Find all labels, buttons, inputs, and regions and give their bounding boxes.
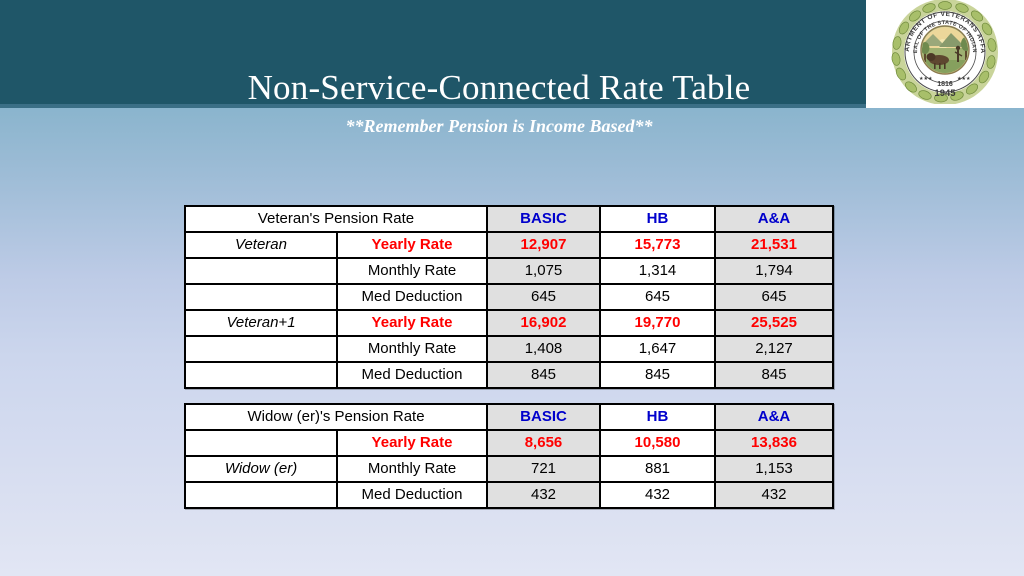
group-label (184, 481, 338, 509)
group-label (184, 257, 338, 285)
column-header-aa: A&A (714, 403, 834, 431)
cell-basic: 12,907 (486, 231, 601, 259)
cell-aa: 25,525 (714, 309, 834, 337)
cell-basic: 721 (486, 455, 601, 483)
cell-hb: 10,580 (599, 429, 716, 457)
cell-hb: 15,773 (599, 231, 716, 259)
row-label: Med Deduction (336, 481, 488, 509)
column-header-hb: HB (599, 403, 716, 431)
row-label: Med Deduction (336, 283, 488, 311)
cell-hb: 881 (599, 455, 716, 483)
cell-aa: 13,836 (714, 429, 834, 457)
cell-hb: 432 (599, 481, 716, 509)
page-subtitle: **Remember Pension is Income Based** (345, 116, 653, 136)
table-row: Med Deduction 645 645 645 (184, 283, 834, 311)
group-label (184, 361, 338, 389)
table-row: Monthly Rate 1,075 1,314 1,794 (184, 257, 834, 285)
row-label: Yearly Rate (336, 231, 488, 259)
table-row: Veteran Yearly Rate 12,907 15,773 21,531 (184, 231, 834, 259)
cell-basic: 8,656 (486, 429, 601, 457)
page-title: Non-Service-Connected Rate Table (247, 68, 751, 107)
table-row: Med Deduction 845 845 845 (184, 361, 834, 389)
table-row: Widow (er) Monthly Rate 721 881 1,153 (184, 455, 834, 483)
cell-basic: 1,408 (486, 335, 601, 363)
table-header-row: Veteran's Pension Rate BASIC HB A&A (184, 205, 834, 233)
table-row: Yearly Rate 8,656 10,580 13,836 (184, 429, 834, 457)
widow-pension-rate-table: Widow (er)'s Pension Rate BASIC HB A&A Y… (184, 403, 834, 509)
veteran-pension-rate-table: Veteran's Pension Rate BASIC HB A&A Vete… (184, 205, 834, 389)
cell-aa: 845 (714, 361, 834, 389)
cell-aa: 1,153 (714, 455, 834, 483)
row-label: Monthly Rate (336, 257, 488, 285)
cell-hb: 19,770 (599, 309, 716, 337)
row-label: Med Deduction (336, 361, 488, 389)
group-label (184, 429, 338, 457)
table-header-row: Widow (er)'s Pension Rate BASIC HB A&A (184, 403, 834, 431)
column-header-aa: A&A (714, 205, 834, 233)
group-label (184, 283, 338, 311)
group-label: Veteran (184, 231, 338, 259)
cell-aa: 432 (714, 481, 834, 509)
group-label: Widow (er) (184, 455, 338, 483)
row-label: Monthly Rate (336, 455, 488, 483)
cell-aa: 2,127 (714, 335, 834, 363)
table-title: Veteran's Pension Rate (184, 205, 488, 233)
cell-hb: 845 (599, 361, 716, 389)
cell-aa: 1,794 (714, 257, 834, 285)
table-row: Veteran+1 Yearly Rate 16,902 19,770 25,5… (184, 309, 834, 337)
cell-aa: 21,531 (714, 231, 834, 259)
column-header-hb: HB (599, 205, 716, 233)
table-row: Med Deduction 432 432 432 (184, 481, 834, 509)
cell-aa: 645 (714, 283, 834, 311)
row-label: Yearly Rate (336, 429, 488, 457)
group-label: Veteran+1 (184, 309, 338, 337)
column-header-basic: BASIC (486, 205, 601, 233)
cell-basic: 1,075 (486, 257, 601, 285)
table-title: Widow (er)'s Pension Rate (184, 403, 488, 431)
cell-basic: 845 (486, 361, 601, 389)
row-label: Yearly Rate (336, 309, 488, 337)
cell-hb: 645 (599, 283, 716, 311)
row-label: Monthly Rate (336, 335, 488, 363)
column-header-basic: BASIC (486, 403, 601, 431)
cell-hb: 1,647 (599, 335, 716, 363)
cell-basic: 645 (486, 283, 601, 311)
cell-hb: 1,314 (599, 257, 716, 285)
cell-basic: 16,902 (486, 309, 601, 337)
group-label (184, 335, 338, 363)
cell-basic: 432 (486, 481, 601, 509)
table-row: Monthly Rate 1,408 1,647 2,127 (184, 335, 834, 363)
